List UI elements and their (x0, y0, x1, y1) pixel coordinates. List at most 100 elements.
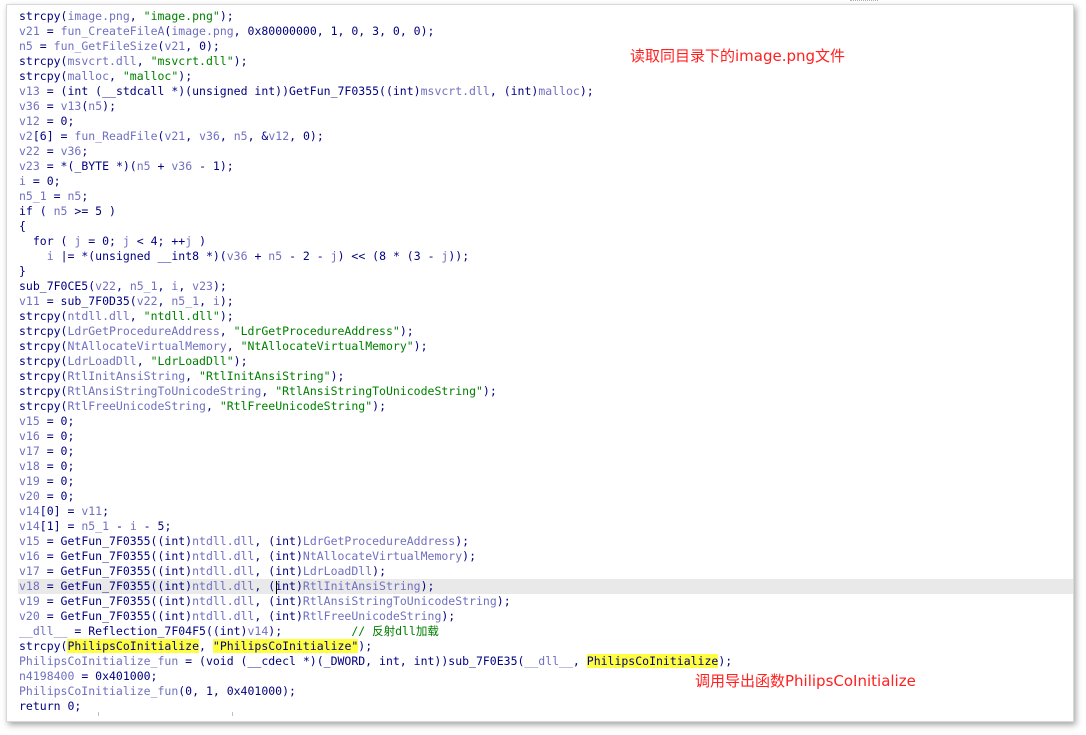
code-line[interactable]: __dll__ = Reflection_7F04F5((int)v14); /… (18, 624, 1073, 639)
variable-token[interactable]: v22 (95, 279, 116, 293)
variable-token[interactable]: v15 (19, 534, 40, 548)
code-line[interactable]: strcpy(RtlFreeUnicodeString, "RtlFreeUni… (18, 399, 1073, 414)
code-line[interactable]: n5 = fun_GetFileSize(v21, 0); (18, 39, 1073, 54)
variable-token[interactable]: j (123, 234, 130, 248)
variable-token[interactable]: v36 (227, 249, 248, 263)
variable-token[interactable]: n5 (234, 129, 248, 143)
variable-token[interactable]: ntdll.dll (192, 564, 254, 578)
variable-token[interactable]: i (130, 519, 137, 533)
code-line[interactable]: for ( j = 0; j < 4; ++j ) (18, 234, 1073, 249)
variable-token[interactable]: v17 (19, 444, 40, 458)
variable-token[interactable]: NtAllocateVirtualMemory (303, 549, 462, 563)
variable-token[interactable]: v13 (19, 84, 40, 98)
code-line[interactable]: v12 = 0; (18, 114, 1073, 129)
variable-token[interactable]: fun_GetFileSize (54, 39, 158, 53)
variable-token[interactable]: v36 (171, 159, 192, 173)
variable-token[interactable]: RtlAnsiStringToUnicodeString (67, 384, 261, 398)
variable-token[interactable]: v18 (19, 459, 40, 473)
code-line[interactable]: strcpy(LdrLoadDll, "LdrLoadDll"); (18, 354, 1073, 369)
highlighted-token[interactable]: "PhilipsCoInitialize" (212, 639, 359, 653)
highlighted-token[interactable]: PhilipsCoInitialize (67, 639, 200, 653)
variable-token[interactable]: PhilipsCoInitialize_fun (19, 654, 178, 668)
variable-token[interactable]: RtlFreeUnicodeString (303, 609, 441, 623)
code-line[interactable]: strcpy(malloc, "malloc"); (18, 69, 1073, 84)
variable-token[interactable]: n5_1 (81, 519, 109, 533)
code-line[interactable]: return 0; (18, 699, 1073, 714)
variable-token[interactable]: v16 (19, 429, 40, 443)
variable-token[interactable]: v20 (19, 609, 40, 623)
variable-token[interactable]: v22 (19, 144, 40, 158)
variable-token[interactable]: v12 (19, 114, 40, 128)
variable-token[interactable]: ntdll.dll (192, 579, 254, 593)
variable-token[interactable]: v20 (19, 489, 40, 503)
code-line[interactable]: v20 = GetFun_7F0355((int)ntdll.dll, (int… (18, 609, 1073, 624)
code-line[interactable]: v21 = fun_CreateFileA(image.png, 0x80000… (18, 24, 1073, 39)
code-line[interactable]: v22 = v36; (18, 144, 1073, 159)
pseudocode-view[interactable]: strcpy(image.png, "image.png"); v21 = fun… (18, 9, 1073, 714)
code-line[interactable]: v20 = 0; (18, 489, 1073, 504)
code-line[interactable]: v16 = 0; (18, 429, 1073, 444)
variable-token[interactable]: v18 (19, 579, 40, 593)
variable-token[interactable]: n5 (67, 189, 81, 203)
variable-token[interactable]: fun_CreateFileA (61, 24, 165, 38)
variable-token[interactable]: n5 (268, 249, 282, 263)
code-line[interactable]: v14[1] = n5_1 - i - 5; (18, 519, 1073, 534)
code-line[interactable]: strcpy(ntdll.dll, "ntdll.dll"); (18, 309, 1073, 324)
code-line[interactable]: } (18, 264, 1073, 279)
variable-token[interactable]: v19 (19, 594, 40, 608)
code-line[interactable]: n5_1 = n5; (18, 189, 1073, 204)
code-line[interactable]: strcpy(PhilipsCoInitialize, "PhilipsCoIn… (18, 639, 1073, 654)
variable-token[interactable]: v14 (19, 504, 40, 518)
code-line[interactable]: if ( n5 >= 5 ) (18, 204, 1073, 219)
variable-token[interactable]: n5 (137, 159, 151, 173)
variable-token[interactable]: v36 (19, 99, 40, 113)
code-line[interactable]: v36 = v13(n5); (18, 99, 1073, 114)
code-line[interactable]: v16 = GetFun_7F0355((int)ntdll.dll, (int… (18, 549, 1073, 564)
variable-token[interactable]: RtlAnsiStringToUnicodeString (303, 594, 497, 608)
variable-token[interactable]: LdrGetProcedureAddress (303, 534, 455, 548)
code-line[interactable]: v23 = *(_BYTE *)(n5 + v36 - 1); (18, 159, 1073, 174)
variable-token[interactable]: v16 (19, 549, 40, 563)
variable-token[interactable]: n5_1 (130, 279, 158, 293)
variable-token[interactable]: v17 (19, 564, 40, 578)
code-line[interactable]: v2[6] = fun_ReadFile(v21, v36, n5, &v12,… (18, 129, 1073, 144)
variable-token[interactable]: n4198400 (19, 669, 74, 683)
code-line-current[interactable]: v18 = GetFun_7F0355((int)ntdll.dll, (int… (18, 579, 1073, 594)
variable-token[interactable]: image.png (67, 9, 129, 23)
code-line[interactable]: v17 = GetFun_7F0355((int)ntdll.dll, (int… (18, 564, 1073, 579)
variable-token[interactable]: n5 (88, 99, 102, 113)
variable-token[interactable]: PhilipsCoInitialize_fun (19, 684, 178, 698)
variable-token[interactable]: NtAllocateVirtualMemory (67, 339, 226, 353)
variable-token[interactable]: v15 (19, 414, 40, 428)
variable-token[interactable]: __dll__ (524, 654, 572, 668)
variable-token[interactable]: v21 (164, 129, 185, 143)
variable-token[interactable]: j (331, 249, 338, 263)
variable-token[interactable]: v11 (81, 504, 102, 518)
code-line[interactable]: strcpy(image.png, "image.png"); (18, 9, 1073, 24)
code-line[interactable]: strcpy(RtlInitAnsiString, "RtlInitAnsiSt… (18, 369, 1073, 384)
variable-token[interactable]: ntdll.dll (192, 549, 254, 563)
variable-token[interactable]: RtlFreeUnicodeString (67, 399, 205, 413)
variable-token[interactable]: n5_1 (19, 189, 47, 203)
code-line[interactable]: v13 = (int (__stdcall *)(unsigned int))G… (18, 84, 1073, 99)
code-line[interactable]: v18 = 0; (18, 459, 1073, 474)
variable-token[interactable]: v21 (19, 24, 40, 38)
variable-token[interactable]: ntdll.dll (192, 609, 254, 623)
code-line[interactable]: v19 = 0; (18, 474, 1073, 489)
variable-token[interactable]: v21 (164, 39, 185, 53)
variable-token[interactable]: v14 (19, 519, 40, 533)
variable-token[interactable]: v2 (19, 129, 33, 143)
code-line[interactable]: v14[0] = v11; (18, 504, 1073, 519)
variable-token[interactable]: LdrLoadDll (303, 564, 372, 578)
variable-token[interactable]: __dll__ (19, 624, 67, 638)
code-line[interactable]: v15 = GetFun_7F0355((int)ntdll.dll, (int… (18, 534, 1073, 549)
code-line[interactable]: i |= *(unsigned __int8 *)(v36 + n5 - 2 -… (18, 249, 1073, 264)
code-line[interactable]: v17 = 0; (18, 444, 1073, 459)
code-line[interactable]: { (18, 219, 1073, 234)
code-line[interactable]: PhilipsCoInitialize_fun = (void (__cdecl… (18, 654, 1073, 669)
variable-token[interactable]: i (213, 294, 220, 308)
variable-token[interactable]: v23 (192, 279, 213, 293)
highlighted-token[interactable]: PhilipsCoInitialize (586, 654, 719, 668)
variable-token[interactable]: v19 (19, 474, 40, 488)
code-line[interactable]: i = 0; (18, 174, 1073, 189)
